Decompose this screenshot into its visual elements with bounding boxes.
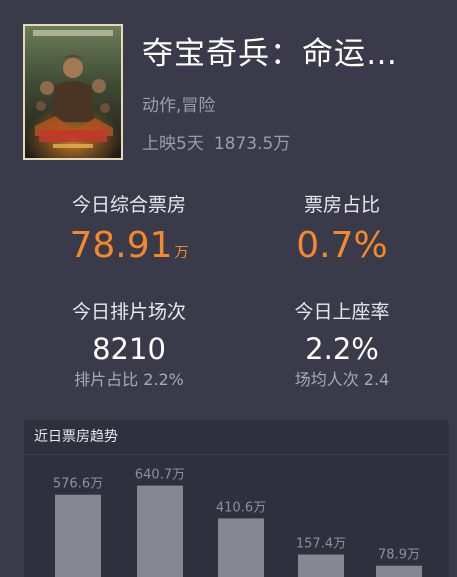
movie-title: 夺宝奇兵：命运… bbox=[142, 36, 398, 72]
today-screenings-value: 8210 bbox=[92, 332, 166, 366]
poster-artwork bbox=[25, 26, 121, 158]
trend-bar-value-label: 410.6万 bbox=[216, 500, 266, 515]
today-box-office-label: 今日综合票房 bbox=[71, 194, 186, 216]
today-box-office-value: 78.91 bbox=[69, 225, 173, 266]
box-office-trend-card[interactable]: 近日票房趋势 576.6万 640.7万 410.6万 157.4万 78.9万 bbox=[24, 420, 449, 577]
today-box-office-value-row: 78.91 万 bbox=[15, 224, 243, 275]
stat-today-box-office: 今日综合票房 78.91 万 bbox=[15, 192, 243, 275]
trend-bar-chart: 576.6万 640.7万 410.6万 157.4万 78.9万 bbox=[53, 468, 422, 577]
movie-poster[interactable] bbox=[23, 24, 123, 160]
box-office-share-label: 票房占比 bbox=[303, 194, 380, 216]
trend-bar[interactable] bbox=[137, 485, 183, 577]
trend-bar-value-label: 157.4万 bbox=[296, 537, 346, 552]
trend-bar[interactable] bbox=[298, 554, 344, 577]
trend-bar-value-label: 576.6万 bbox=[53, 477, 103, 492]
stat-today-occupancy: 今日上座率 2.2% 场均人次 2.4 bbox=[228, 299, 456, 391]
box-office-share-value: 0.7% bbox=[296, 225, 388, 266]
trend-bar[interactable] bbox=[218, 518, 264, 577]
trend-bar-value-label: 78.9万 bbox=[378, 548, 420, 563]
trend-bar[interactable] bbox=[376, 565, 422, 577]
stat-box-office-share: 票房占比 0.7% bbox=[228, 192, 456, 268]
screening-share: 排片占比 2.2% bbox=[74, 370, 184, 389]
trend-bar[interactable] bbox=[55, 494, 101, 577]
movie-genre: 动作,冒险 bbox=[142, 96, 216, 116]
today-occupancy-label: 今日上座率 bbox=[294, 301, 390, 323]
trend-bar-value-label: 640.7万 bbox=[135, 468, 185, 483]
today-occupancy-value: 2.2% bbox=[305, 332, 379, 366]
release-info: 上映5天 1873.5万 bbox=[142, 129, 290, 154]
today-screenings-label: 今日排片场次 bbox=[71, 301, 186, 323]
today-box-office-unit: 万 bbox=[174, 245, 189, 261]
total-box-office: 1873.5万 bbox=[213, 134, 291, 154]
avg-attendance: 场均人次 2.4 bbox=[294, 370, 390, 389]
release-days: 上映5天 bbox=[142, 134, 204, 154]
stat-today-screenings: 今日排片场次 8210 排片占比 2.2% bbox=[15, 299, 243, 391]
movie-header: 夺宝奇兵：命运… 动作,冒险 上映5天 1873.5万 bbox=[0, 0, 457, 170]
